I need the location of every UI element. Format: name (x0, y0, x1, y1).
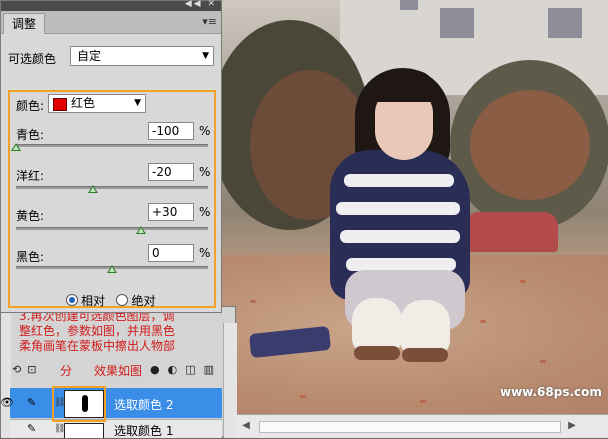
coat-stripe (344, 174, 454, 187)
magenta-slider-track[interactable] (16, 186, 208, 189)
colors-label: 颜色: (16, 99, 45, 113)
black-input[interactable]: 0 (148, 244, 194, 262)
cyan-slider-thumb[interactable] (11, 143, 21, 151)
building-window (548, 8, 582, 38)
shoe (402, 348, 448, 362)
trash-icon[interactable]: ▥ (204, 363, 222, 376)
scrollbar-track[interactable] (259, 421, 561, 433)
layers-scrollbar[interactable] (223, 323, 237, 438)
leaf (540, 360, 546, 363)
panel-menu-icon[interactable]: ▾≡ (202, 15, 217, 28)
building-window (440, 8, 474, 38)
scroll-left-icon[interactable]: ◀ (239, 419, 253, 433)
layer-mask-thumbnail[interactable] (64, 423, 104, 438)
relative-label: 相对 (81, 294, 106, 308)
annotation-tail: 效果如图 (94, 364, 143, 378)
brush-icon: ✎ (27, 396, 37, 409)
red-car (468, 212, 558, 252)
percent-sign: % (199, 205, 211, 219)
coat-stripe (336, 202, 460, 215)
percent-sign: % (199, 246, 211, 260)
leaf (420, 400, 426, 403)
fx-icon[interactable]: ⊡ (27, 363, 42, 376)
brush-icon: ✎ (27, 422, 37, 435)
building-window (400, 0, 418, 10)
layer-toolbar-right: ●◐◫▥ (150, 363, 222, 376)
layer-row[interactable]: 👁 ✎ ⛓ 选取颜色 2 (0, 388, 222, 418)
collapse-icon[interactable]: ◀◀ ✕ (185, 0, 217, 9)
canvas-horizontal-scrollbar[interactable]: ◀ ▶ (235, 414, 608, 438)
leaf (250, 300, 256, 303)
coat-stripe (340, 230, 460, 243)
black-label: 黑色: (16, 250, 45, 264)
shoe (354, 346, 400, 360)
tutorial-annotation: 3.再次创建可选颜色图层，调 整红色，参数如图，并用黑色 柔角画笔在蒙板中擦出人… (19, 309, 224, 354)
annotation-tail: 分 (60, 364, 73, 378)
chevron-down-icon: ▼ (202, 51, 209, 61)
girl-bangs (372, 70, 438, 102)
cyan-input[interactable]: -100 (148, 122, 194, 140)
panel-title-bar[interactable]: ◀◀ ✕ (1, 0, 221, 11)
magenta-slider-thumb[interactable] (87, 185, 98, 193)
layer-row[interactable]: ✎ ⛓ 选取颜色 1 (10, 419, 222, 438)
cyan-slider-track[interactable] (16, 144, 208, 147)
layer-name: 选取颜色 2 (114, 398, 174, 412)
boot (400, 300, 450, 355)
yellow-slider-thumb[interactable] (135, 226, 146, 234)
layer-toolbar: ⟲⊡ (12, 363, 42, 376)
magenta-input[interactable]: -20 (148, 163, 194, 181)
annotation-line: 柔角画笔在蒙板中擦出人物部 (19, 339, 176, 353)
black-slider-thumb[interactable] (107, 265, 117, 273)
leaf (520, 280, 526, 283)
preset-select[interactable]: 自定 ▼ (70, 46, 214, 66)
percent-sign: % (199, 165, 211, 179)
colors-select[interactable]: 红色 ▼ (48, 94, 146, 113)
scroll-right-icon[interactable]: ▶ (565, 419, 579, 433)
link-layers-icon[interactable]: ⟲ (12, 363, 27, 376)
cyan-label: 青色: (16, 128, 45, 142)
preset-label: 可选颜色 (8, 52, 57, 66)
background-tree (470, 90, 590, 200)
annotation-line: 整红色，参数如图，并用黑色 (19, 324, 176, 338)
mask-icon[interactable]: ● (150, 363, 168, 376)
relative-radio[interactable] (66, 294, 78, 306)
tab-adjustments[interactable]: 调整 (3, 13, 46, 34)
panel-tab-row: 调整 ▾≡ (1, 11, 221, 34)
absolute-radio[interactable] (116, 294, 129, 306)
leaf (480, 320, 486, 323)
boot (352, 298, 402, 353)
preset-value: 自定 (77, 49, 102, 63)
colors-value: 红色 (71, 96, 96, 110)
eye-icon[interactable]: 👁 (0, 396, 14, 409)
chevron-down-icon: ▼ (134, 98, 141, 108)
yellow-slider-track[interactable] (16, 227, 208, 230)
adjustment-layer-icon[interactable]: ◐ (168, 363, 186, 376)
new-layer-icon[interactable]: ◫ (185, 363, 203, 376)
mask-highlight-box (52, 386, 106, 422)
leaf (300, 395, 306, 398)
percent-sign: % (199, 124, 211, 138)
watermark: www.68ps.com (500, 385, 602, 399)
yellow-label: 黄色: (16, 209, 45, 223)
yellow-input[interactable]: +30 (148, 203, 194, 221)
magenta-label: 洋红: (16, 169, 45, 183)
method-radio-group: 相对 绝对 (66, 292, 155, 309)
red-swatch (53, 98, 67, 111)
absolute-label: 绝对 (131, 294, 156, 308)
layer-name: 选取颜色 1 (114, 424, 174, 438)
